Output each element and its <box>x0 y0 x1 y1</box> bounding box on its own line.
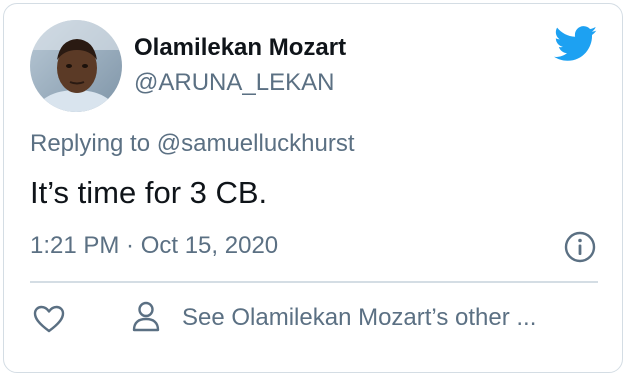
replying-to-mention[interactable]: @samuelluckhurst <box>157 130 355 157</box>
info-icon[interactable] <box>563 230 597 264</box>
see-other-tweets-link[interactable]: See Olamilekan Mozart’s other ... <box>182 304 536 332</box>
author-name[interactable]: Olamilekan Mozart <box>134 34 346 62</box>
person-icon[interactable] <box>130 300 162 334</box>
heart-icon[interactable] <box>32 304 66 334</box>
replying-to-prefix: Replying to <box>30 130 151 157</box>
tweet-timestamp[interactable]: 1:21 PM · Oct 15, 2020 <box>30 232 278 260</box>
tweet-text: It’s time for 3 CB. <box>30 175 268 210</box>
author-handle[interactable]: @ARUNA_LEKAN <box>134 69 334 97</box>
replying-to-line: Replying to @samuelluckhurst <box>30 130 355 158</box>
twitter-bird-icon[interactable] <box>554 26 598 62</box>
avatar[interactable] <box>30 20 122 112</box>
divider <box>30 281 598 283</box>
